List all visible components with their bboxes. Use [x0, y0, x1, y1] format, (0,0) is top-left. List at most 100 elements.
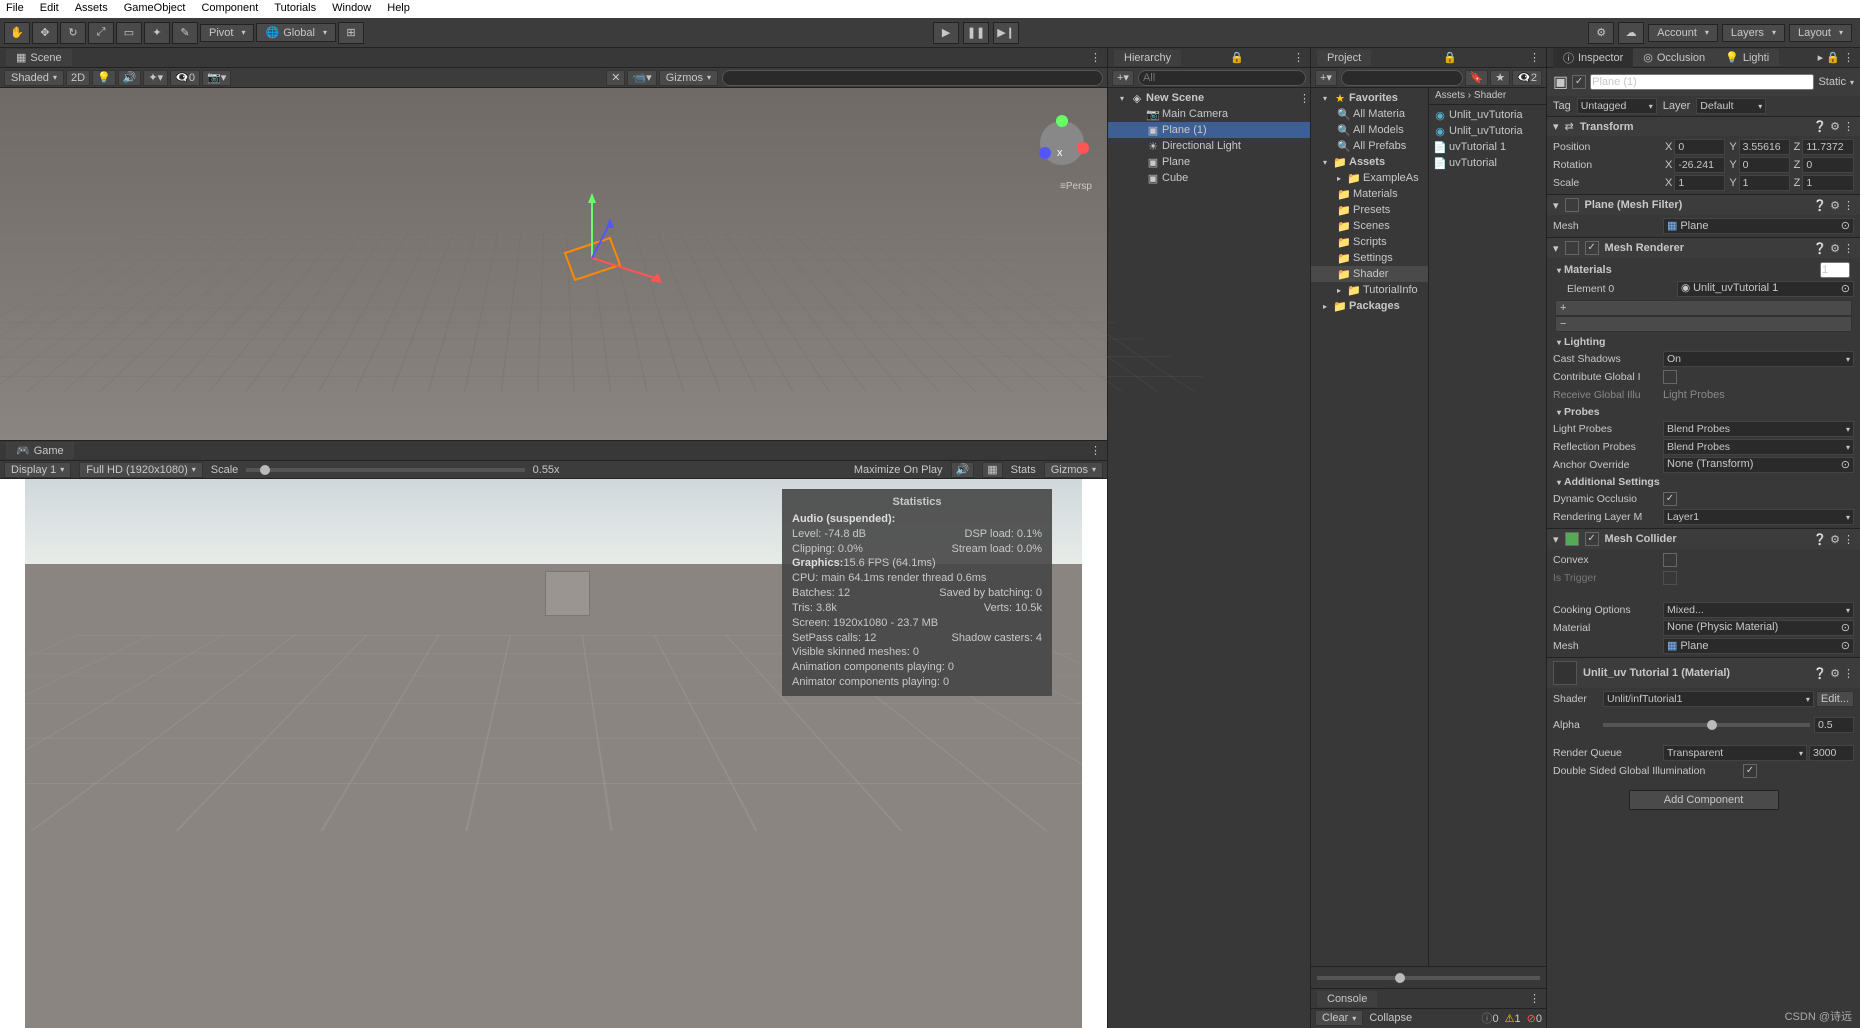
2d-toggle[interactable]: 2D — [66, 70, 90, 86]
folder-item[interactable]: 📁Scenes — [1311, 218, 1428, 234]
layer-dropdown[interactable]: Default — [1696, 98, 1766, 114]
asset-file[interactable]: ◉Unlit_uvTutoria — [1429, 123, 1546, 139]
pause-button[interactable]: ❚❚ — [963, 22, 989, 44]
add-material-button[interactable]: + — [1555, 300, 1852, 316]
audio-toggle-icon[interactable]: 🔊 — [118, 70, 142, 86]
stats-toggle[interactable]: Stats — [1011, 464, 1036, 476]
menu-component[interactable]: Component — [201, 2, 258, 16]
contribute-gi-checkbox[interactable] — [1663, 370, 1677, 384]
tag-dropdown[interactable]: Untagged — [1577, 98, 1657, 114]
mesh-filter-header[interactable]: ▾Plane (Mesh Filter)❔ ⚙ ⋮ — [1547, 195, 1860, 215]
transform-tool[interactable]: ✦ — [144, 22, 170, 44]
game-options-icon[interactable]: ⋮ — [1090, 444, 1101, 457]
collider-enable-checkbox[interactable] — [1585, 532, 1599, 546]
shader-dropdown[interactable]: Unlit/infTutorial1 — [1603, 691, 1814, 707]
menu-assets[interactable]: Assets — [75, 2, 108, 16]
transform-header[interactable]: ▾⇄Transform❔ ⚙ ⋮ — [1547, 117, 1860, 136]
light-probes-dropdown[interactable]: Blend Probes — [1663, 421, 1854, 437]
resolution-dropdown[interactable]: Full HD (1920x1080) — [79, 462, 203, 478]
collab-icon[interactable]: ⚙ — [1588, 22, 1614, 44]
asset-file[interactable]: 📄uvTutorial — [1429, 155, 1546, 171]
scale-x-input[interactable] — [1674, 175, 1725, 191]
scene-options-icon[interactable]: ⋮ — [1090, 51, 1101, 64]
render-queue-dropdown[interactable]: Transparent — [1663, 745, 1807, 761]
additional-section[interactable]: Additional Settings — [1553, 474, 1854, 490]
grid-settings-icon[interactable]: ✕ — [606, 70, 625, 86]
scale-z-input[interactable] — [1802, 175, 1854, 191]
element0-field[interactable]: ◉ Unlit_uvTutorial 1⊙ — [1677, 281, 1854, 297]
inspector-tab[interactable]: ⓘInspector — [1553, 48, 1633, 68]
step-button[interactable]: ▶❙ — [993, 22, 1019, 44]
folder-item[interactable]: 📁Presets — [1311, 202, 1428, 218]
game-tab[interactable]: 🎮Game — [6, 442, 74, 459]
global-toggle[interactable]: 🌐Global — [256, 23, 336, 42]
reflection-probes-dropdown[interactable]: Blend Probes — [1663, 439, 1854, 455]
assets-folder[interactable]: ▾📁Assets — [1311, 154, 1428, 170]
material-header[interactable]: Unlit_uv Tutorial 1 (Material)❔ ⚙ ⋮ — [1547, 658, 1860, 688]
favorite-filter-icon[interactable]: ★ — [1490, 70, 1510, 86]
physic-material-field[interactable]: None (Physic Material)⊙ — [1663, 620, 1854, 636]
hierarchy-search-input[interactable] — [1138, 70, 1306, 86]
add-component-button[interactable]: Add Component — [1629, 790, 1779, 810]
create-asset-icon[interactable]: +▾ — [1315, 70, 1337, 86]
active-checkbox[interactable] — [1572, 75, 1586, 89]
scene-search-input[interactable] — [722, 70, 1103, 86]
material-count-input[interactable] — [1820, 262, 1850, 278]
folder-item[interactable]: 📁Scripts — [1311, 234, 1428, 250]
scale-tool[interactable]: ⤢ — [88, 22, 114, 44]
move-tool[interactable]: ✥ — [32, 22, 58, 44]
menu-help[interactable]: Help — [387, 2, 410, 16]
hierarchy-options-icon[interactable]: ⋮ — [1293, 51, 1304, 64]
dynamic-occlusion-checkbox[interactable] — [1663, 492, 1677, 506]
clear-button[interactable]: Clear — [1315, 1010, 1363, 1026]
edit-shader-button[interactable]: Edit... — [1816, 691, 1854, 707]
hierarchy-item[interactable]: ☀Directional Light — [1108, 138, 1310, 154]
menu-tutorials[interactable]: Tutorials — [274, 2, 316, 16]
favorite-item[interactable]: 🔍All Models — [1311, 122, 1428, 138]
pos-x-input[interactable] — [1674, 139, 1725, 155]
pivot-toggle[interactable]: Pivot — [200, 24, 254, 42]
account-dropdown[interactable]: Account — [1648, 24, 1718, 42]
snap-toggle[interactable]: ⊞ — [338, 22, 364, 44]
asset-file[interactable]: ◉Unlit_uvTutoria — [1429, 107, 1546, 123]
lighting-toggle-icon[interactable]: 💡 — [92, 70, 116, 86]
lock-icon[interactable]: 🔒 — [1230, 51, 1244, 64]
maximize-toggle[interactable]: Maximize On Play — [854, 464, 943, 476]
camera-settings-icon[interactable]: 📷▾ — [202, 70, 231, 86]
menu-gameobject[interactable]: GameObject — [124, 2, 186, 16]
hierarchy-item[interactable]: ▣Plane (1) — [1108, 122, 1310, 138]
object-name-input[interactable] — [1590, 74, 1814, 90]
cooking-options-dropdown[interactable]: Mixed... — [1663, 602, 1854, 618]
camera-icon[interactable]: 📹▾ — [627, 70, 656, 86]
remove-material-button[interactable]: − — [1555, 316, 1852, 332]
packages-folder[interactable]: ▸📁Packages — [1311, 298, 1428, 314]
materials-section[interactable]: Materials — [1553, 260, 1854, 280]
scale-y-input[interactable] — [1739, 175, 1790, 191]
folder-item[interactable]: 📁Shader — [1311, 266, 1428, 282]
menu-file[interactable]: File — [6, 2, 24, 16]
scene-tab[interactable]: ▦Scene — [6, 49, 72, 66]
hidden-objects-icon[interactable]: 👁‍🗨0 — [170, 70, 200, 86]
create-dropdown-icon[interactable]: +▾ — [1112, 70, 1134, 86]
static-dropdown[interactable]: Static — [1818, 76, 1846, 88]
scene-gizmo-axes[interactable] — [550, 183, 680, 303]
console-options-icon[interactable]: ⋮ — [1529, 992, 1540, 1005]
rot-y-input[interactable] — [1739, 157, 1790, 173]
double-sided-gi-checkbox[interactable] — [1743, 764, 1757, 778]
lighting-tab[interactable]: 💡Lighti — [1715, 49, 1779, 66]
collapse-toggle[interactable]: Collapse — [1369, 1012, 1412, 1024]
project-options-icon[interactable]: ⋮ — [1529, 51, 1540, 64]
game-gizmos-dropdown[interactable]: Gizmos — [1044, 462, 1103, 478]
console-tab[interactable]: Console — [1317, 991, 1377, 1007]
play-button[interactable]: ▶ — [933, 22, 959, 44]
folder-item[interactable]: 📁Materials — [1311, 186, 1428, 202]
layout-dropdown[interactable]: Layout — [1789, 24, 1852, 42]
info-count[interactable]: ⓘ0 — [1482, 1010, 1499, 1026]
probes-section[interactable]: Probes — [1553, 404, 1854, 420]
mesh-renderer-header[interactable]: ▾Mesh Renderer❔ ⚙ ⋮ — [1547, 238, 1860, 258]
folder-item[interactable]: ▸📁ExampleAs — [1311, 170, 1428, 186]
favorite-item[interactable]: 🔍All Materia — [1311, 106, 1428, 122]
lock-icon[interactable]: 🔒 — [1443, 51, 1457, 64]
menu-edit[interactable]: Edit — [40, 2, 59, 16]
pos-z-input[interactable] — [1802, 139, 1854, 155]
